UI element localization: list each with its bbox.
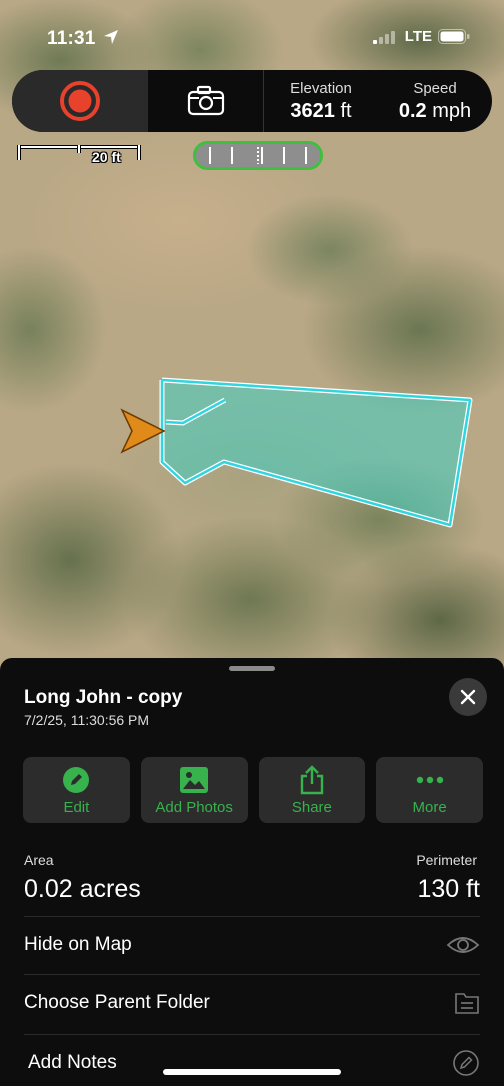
add-photos-button[interactable]: Add Photos: [140, 757, 248, 823]
add-photos-label: Add Photos: [155, 798, 233, 816]
camera-button[interactable]: [148, 70, 264, 132]
sheet-grabber[interactable]: [229, 666, 275, 671]
map-view[interactable]: 11:31 LTE Elevation 3621 ft Speed 0.2 mp…: [0, 0, 504, 700]
network-label: LTE: [404, 28, 432, 45]
hide-on-map-row[interactable]: Hide on Map: [24, 916, 480, 972]
speed-readout: Speed 0.2 mph: [378, 70, 492, 132]
action-buttons: Edit Add Photos Share More: [23, 757, 483, 823]
more-label: More: [412, 798, 447, 816]
ruler-icon: [196, 144, 320, 167]
item-date: 7/2/25, 11:30:56 PM: [24, 712, 150, 728]
add-notes-label: Add Notes: [28, 1051, 117, 1073]
elevation-readout: Elevation 3621 ft: [264, 70, 378, 132]
location-marker-icon: [120, 408, 166, 454]
record-button[interactable]: [12, 70, 148, 132]
choose-parent-folder-row[interactable]: Choose Parent Folder: [24, 974, 480, 1030]
close-icon: [460, 689, 476, 705]
close-button[interactable]: [449, 678, 487, 716]
battery-icon: [438, 29, 470, 44]
elevation-label: Elevation: [290, 79, 352, 97]
map-lock-toggle[interactable]: [193, 141, 323, 170]
scale-label: 20 ft: [92, 149, 121, 165]
signal-icon: [372, 30, 395, 44]
perimeter-label: Perimeter: [416, 852, 477, 868]
more-dots-icon: [416, 776, 443, 783]
elevation-unit: ft: [340, 99, 352, 122]
share-button[interactable]: Share: [258, 757, 366, 823]
folder-icon: [455, 992, 479, 1014]
eye-icon: [446, 936, 480, 953]
speed-value: 0.2 mph: [399, 100, 471, 123]
elevation-number: 3621: [290, 99, 335, 122]
area-label: Area: [24, 852, 54, 868]
speed-label: Speed: [413, 79, 457, 97]
status-time: 11:31: [47, 28, 119, 50]
record-icon: [60, 81, 100, 121]
add-notes-row[interactable]: Add Notes: [24, 1034, 480, 1086]
scale-bar: [17, 145, 141, 160]
area-value: 0.02 acres: [24, 875, 141, 903]
image-icon: [180, 766, 209, 793]
status-time-text: 11:31: [47, 28, 96, 49]
location-arrow-icon: [104, 30, 119, 44]
choose-parent-folder-label: Choose Parent Folder: [24, 991, 210, 1013]
share-icon: [300, 764, 324, 794]
pencil-icon: [63, 766, 90, 793]
home-indicator[interactable]: [163, 1069, 341, 1075]
share-label: Share: [291, 798, 332, 816]
more-button[interactable]: More: [376, 757, 483, 823]
speed-unit: mph: [432, 99, 472, 122]
area-polygon[interactable]: [162, 380, 470, 525]
perimeter-value: 130 ft: [417, 875, 480, 903]
speed-number: 0.2: [398, 99, 427, 122]
elevation-value: 3621 ft: [290, 100, 351, 123]
hide-on-map-label: Hide on Map: [24, 933, 132, 955]
camera-icon: [187, 85, 224, 116]
pencil-circle-icon: [453, 1049, 479, 1076]
item-title: Long John - copy: [24, 687, 183, 708]
detail-sheet: Long John - copy 7/2/25, 11:30:56 PM Edi…: [0, 658, 504, 1086]
status-indicators: LTE: [372, 28, 470, 45]
edit-label: Edit: [63, 798, 90, 816]
tracking-toolbar: Elevation 3621 ft Speed 0.2 mph: [12, 70, 492, 132]
edit-button[interactable]: Edit: [23, 757, 130, 823]
